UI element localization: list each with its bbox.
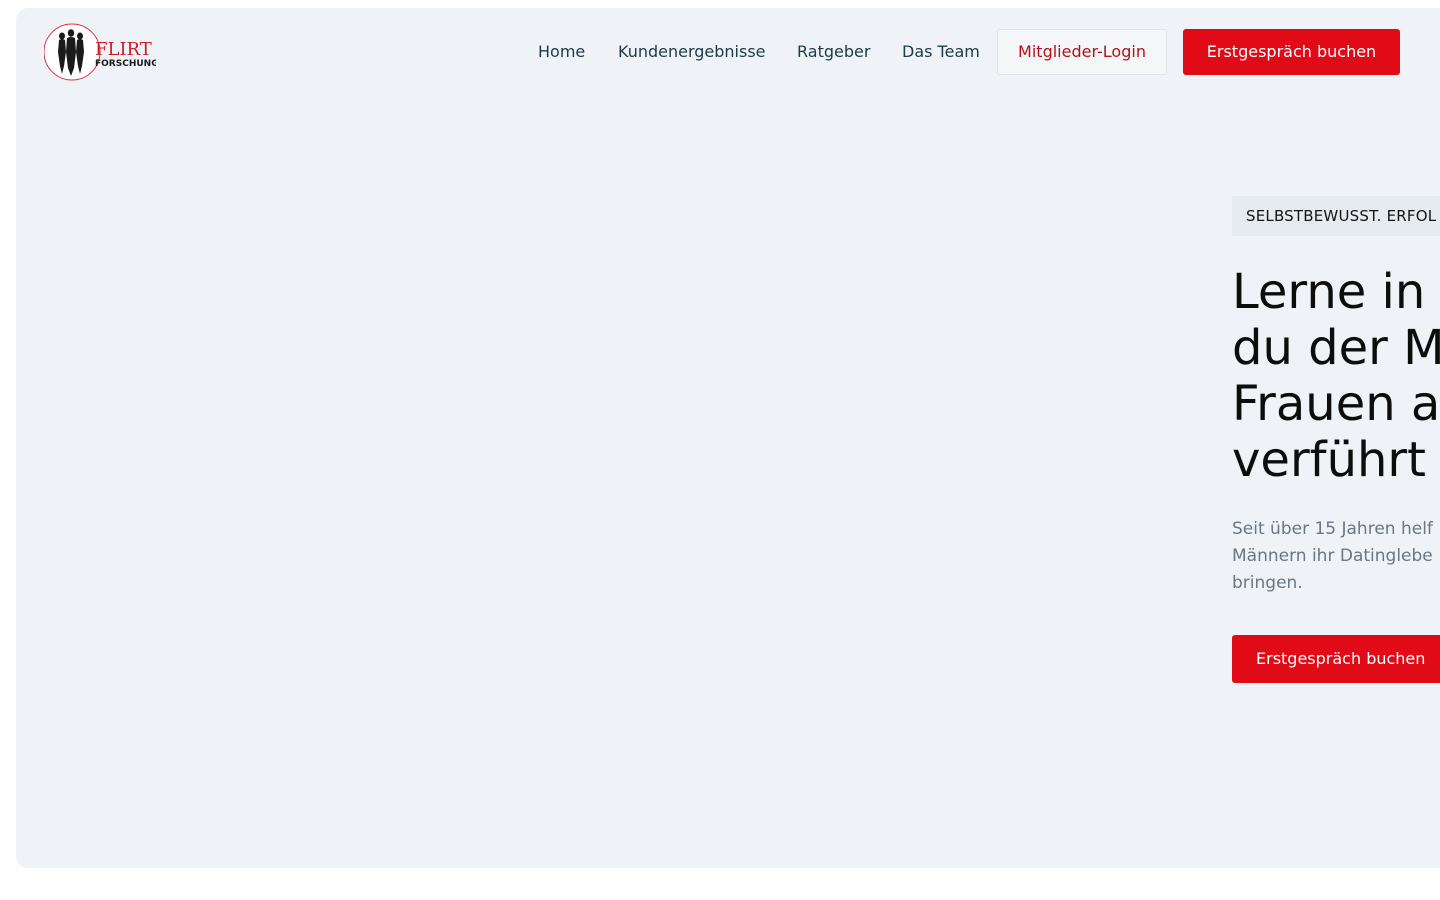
page-card: FLIRT FORSCHUNG Home Kundenergebnisse Ra… [16,8,1440,868]
hero-headline: Lerne in du der M Frauen a verführt [1232,264,1440,488]
nav-ratgeber-link[interactable]: Ratgeber [797,29,870,75]
hero-section: SELBSTBEWUSST. ERFOL Lerne in du der M F… [1232,196,1440,683]
hero-eyebrow: SELBSTBEWUSST. ERFOL [1232,196,1440,236]
hero-book-call-button[interactable]: Erstgespräch buchen [1232,635,1440,683]
hero-subtext: Seit über 15 Jahren helf Männern ihr Dat… [1232,519,1433,593]
header-book-call-button[interactable]: Erstgespräch buchen [1183,29,1400,75]
member-login-button[interactable]: Mitglieder-Login [997,29,1167,75]
nav-home-link[interactable]: Home [538,29,585,75]
nav-kundenergebnisse-link[interactable]: Kundenergebnisse [618,29,766,75]
nav-das-team-link[interactable]: Das Team [902,29,980,75]
main-nav: Home Kundenergebnisse Ratgeber Das Team … [16,29,1440,75]
